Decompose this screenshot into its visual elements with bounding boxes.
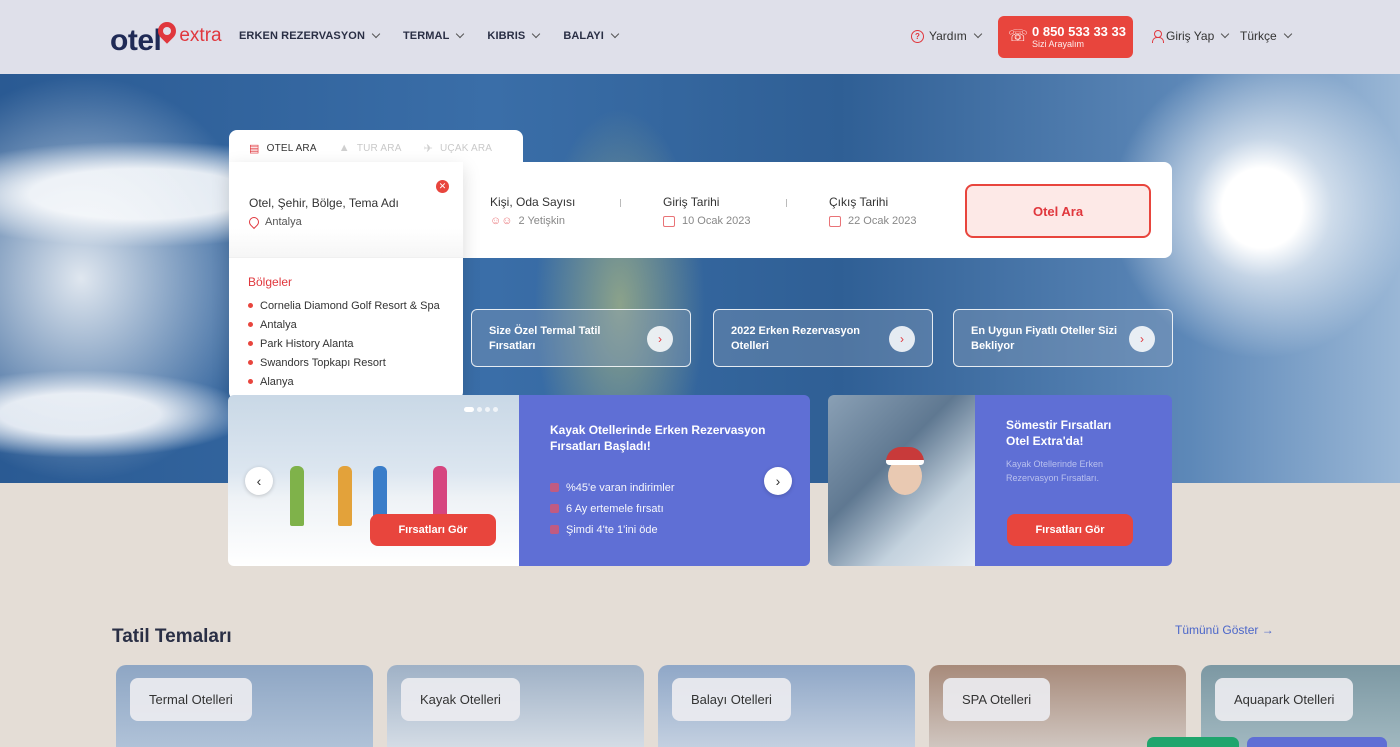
chevron-down-icon bbox=[610, 29, 620, 39]
list-item[interactable]: Park History Alanta bbox=[248, 334, 453, 353]
see-all-link[interactable]: Tümünü Göster → bbox=[1175, 623, 1274, 637]
theme-card-balayi[interactable]: Balayı Otelleri bbox=[658, 665, 915, 747]
chevron-down-icon bbox=[532, 29, 541, 39]
main-nav: ERKEN REZERVASYON TERMAL KIBRIS BALAYI bbox=[239, 29, 642, 42]
promo-erken-rezervasyon[interactable]: 2022 Erken Rezervasyon Otelleri › bbox=[713, 309, 933, 367]
bed-icon: ▤ bbox=[249, 142, 260, 155]
list-item[interactable]: Cornelia Diamond Golf Resort & Spa bbox=[248, 296, 453, 315]
login-menu[interactable]: Giriş Yap bbox=[1152, 29, 1230, 43]
checkin-field[interactable]: Giriş Tarihi 10 Ocak 2023 bbox=[663, 195, 751, 227]
slider-dots bbox=[464, 407, 498, 412]
card-title: Sömestir Fırsatları Otel Extra'da! bbox=[1006, 418, 1112, 448]
clear-icon[interactable]: ✕ bbox=[436, 180, 449, 193]
logo-accent: extra bbox=[179, 25, 222, 46]
card-subtitle: Kayak Otellerinde Erken Rezervasyon Fırs… bbox=[1006, 459, 1104, 483]
ski-slider: Kayak Otellerinde Erken Rezervasyon Fırs… bbox=[228, 395, 810, 566]
list-item: Şimdi 4'te 1'ini öde bbox=[550, 519, 674, 540]
theme-card-termal[interactable]: Termal Otelleri bbox=[116, 665, 373, 747]
list-item[interactable]: Swandors Topkapı Resort bbox=[248, 353, 453, 372]
divider bbox=[620, 199, 621, 207]
chevron-down-icon bbox=[456, 29, 465, 39]
phone-icon: ☏ bbox=[1008, 28, 1029, 45]
checkout-field[interactable]: Çıkış Tarihi 22 Ocak 2023 bbox=[829, 195, 917, 227]
chevron-right-icon: › bbox=[647, 326, 673, 352]
guests-field[interactable]: Kişi, Oda Sayısı ☺☺ 2 Yetişkin bbox=[490, 195, 575, 227]
section-title: Tatil Temaları bbox=[112, 626, 232, 647]
help-menu[interactable]: ? Yardım bbox=[911, 29, 983, 43]
boy-in-car-image bbox=[828, 395, 975, 566]
chevron-right-icon: › bbox=[1129, 326, 1155, 352]
palm-icon: ▲ bbox=[338, 142, 350, 154]
location-dropdown: Otel, Şehir, Bölge, Tema Adı Antalya ✕ B… bbox=[229, 162, 463, 400]
chevron-down-icon bbox=[973, 29, 983, 39]
tab-ucak-ara[interactable]: ✈ UÇAK ARA bbox=[424, 142, 493, 155]
list-item: 6 Ay ertemele fırsatı bbox=[550, 498, 674, 519]
list-item[interactable]: Alanya bbox=[248, 372, 453, 391]
divider bbox=[786, 199, 787, 207]
plane-icon: ✈ bbox=[423, 142, 433, 155]
nav-termal[interactable]: TERMAL bbox=[403, 29, 465, 42]
call-me-button[interactable]: ☏ 0 850 533 33 33 Sizi Arayalım bbox=[998, 16, 1133, 58]
phone-subtitle: Sizi Arayalım bbox=[1032, 38, 1085, 49]
calendar-icon bbox=[829, 215, 841, 227]
list-item: %45'e varan indirimler bbox=[550, 477, 674, 498]
slide-bullets: %45'e varan indirimler 6 Ay ertemele fır… bbox=[550, 477, 674, 540]
badge bbox=[1147, 737, 1239, 747]
theme-card-spa[interactable]: SPA Otelleri bbox=[929, 665, 1186, 747]
search-tabs: ▤ OTEL ARA ▲ TUR ARA ✈ UÇAK ARA bbox=[229, 130, 523, 166]
tab-tur-ara[interactable]: ▲ TUR ARA bbox=[339, 142, 402, 154]
semester-deals-button[interactable]: Fırsatları Gör bbox=[1007, 514, 1133, 546]
promo-termal[interactable]: Size Özel Termal Tatil Fırsatları › bbox=[471, 309, 691, 367]
nav-balayi[interactable]: BALAYI bbox=[563, 29, 620, 42]
slide-title: Kayak Otellerinde Erken Rezervasyon Fırs… bbox=[550, 423, 766, 453]
hotel-search-button[interactable]: Otel Ara bbox=[965, 184, 1151, 238]
chevron-down-icon bbox=[1283, 29, 1292, 39]
logo-main: otel bbox=[110, 24, 162, 57]
phone-number: 0 850 533 33 33 bbox=[1032, 23, 1126, 39]
slider-prev-button[interactable]: ‹ bbox=[245, 467, 273, 495]
site-header: otel extra ERKEN REZERVASYON TERMAL KIBR… bbox=[0, 0, 1400, 74]
logo[interactable]: otel extra bbox=[110, 18, 222, 58]
theme-card-kayak[interactable]: Kayak Otelleri bbox=[387, 665, 644, 747]
semester-card: Sömestir Fırsatları Otel Extra'da! Kayak… bbox=[828, 395, 1172, 566]
badge bbox=[1247, 737, 1387, 747]
list-item[interactable]: Antalya bbox=[248, 315, 453, 334]
search-bar: Kişi, Oda Sayısı ☺☺ 2 Yetişkin Giriş Tari… bbox=[463, 162, 1172, 258]
promo-uygun-fiyat[interactable]: En Uygun Fiyatlı Oteller Sizi Bekliyor › bbox=[953, 309, 1173, 367]
tab-otel-ara[interactable]: ▤ OTEL ARA bbox=[249, 142, 317, 166]
question-icon: ? bbox=[911, 29, 924, 43]
location-pin-icon bbox=[246, 214, 262, 230]
slider-next-button[interactable]: › bbox=[764, 467, 792, 495]
users-icon: ☺☺ bbox=[490, 215, 513, 227]
slider-deals-button[interactable]: Fırsatları Gör bbox=[370, 514, 496, 546]
calendar-icon bbox=[663, 215, 675, 227]
theme-card-aquapark[interactable]: Aquapark Otelleri bbox=[1201, 665, 1400, 747]
region-list: Cornelia Diamond Golf Resort & Spa Antal… bbox=[248, 296, 453, 391]
user-icon bbox=[1152, 30, 1164, 43]
chevron-down-icon bbox=[371, 29, 381, 39]
dropdown-title: Bölgeler bbox=[248, 275, 293, 289]
nav-kibris[interactable]: KIBRIS bbox=[487, 29, 541, 42]
language-select[interactable]: Türkçe bbox=[1240, 29, 1292, 43]
nav-erken-rezervasyon[interactable]: ERKEN REZERVASYON bbox=[239, 29, 381, 42]
chevron-down-icon bbox=[1221, 29, 1230, 39]
location-field[interactable]: Otel, Şehir, Bölge, Tema Adı Antalya ✕ bbox=[229, 162, 463, 258]
chevron-right-icon: › bbox=[889, 326, 915, 352]
arrow-right-icon: → bbox=[1261, 623, 1274, 637]
